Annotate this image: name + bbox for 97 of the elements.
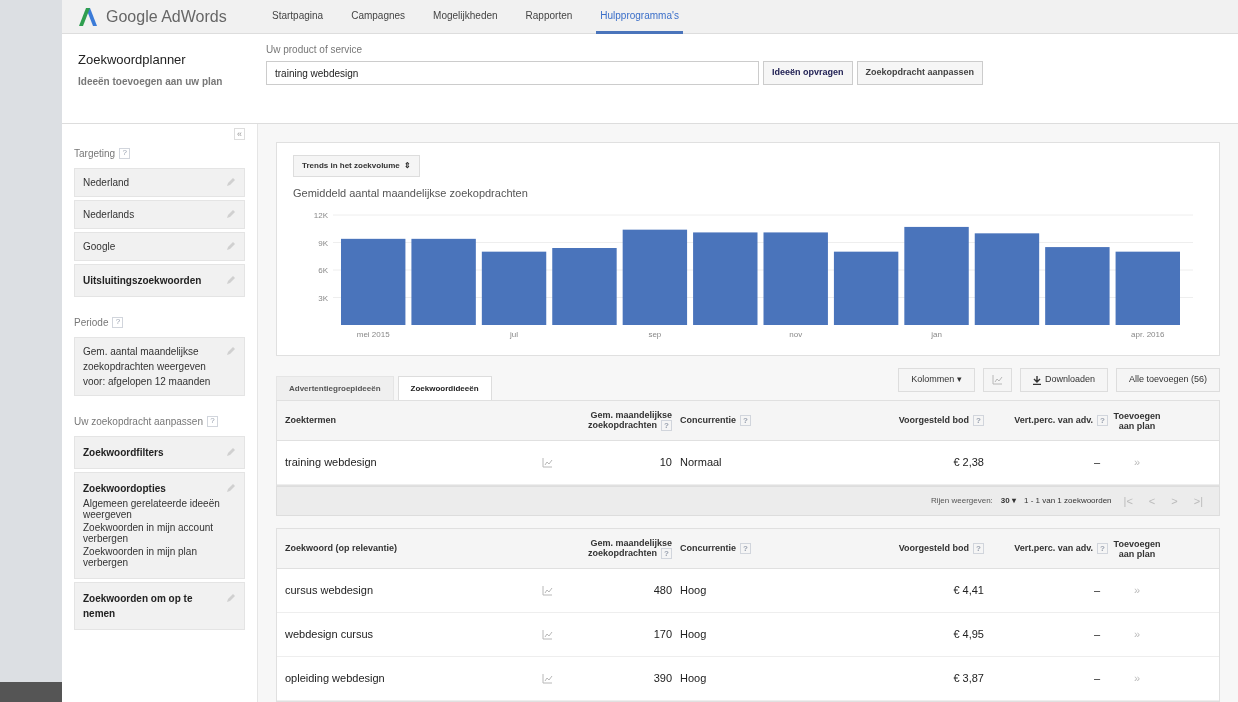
- column-header[interactable]: Toevoegen aan plan: [1112, 410, 1162, 431]
- nav-tab[interactable]: Startpagina: [268, 0, 328, 34]
- sort-icon: ⇕: [403, 159, 411, 172]
- chart-selector[interactable]: Trends in het zoekvolume ⇕: [293, 154, 420, 177]
- chart-toggle-button[interactable]: [982, 368, 1012, 392]
- x-tick-label: jul: [510, 330, 519, 339]
- competition-cell-text: Hoog: [679, 627, 708, 643]
- filter-item[interactable]: Nederland: [74, 167, 245, 197]
- x-tick-label: nov: [789, 330, 803, 339]
- y-tick-label: 9K: [318, 238, 328, 248]
- column-header[interactable]: Gem. maandelijkse zoekopdrachten ?: [572, 537, 672, 560]
- competition-cell-text: Normaal: [679, 455, 723, 471]
- nav-tab[interactable]: Campagnes: [347, 0, 410, 34]
- x-tick-label: mei 2015: [356, 330, 390, 339]
- option-title: Zoekwoordopties: [83, 481, 167, 496]
- volume-cell-text: 10: [658, 455, 672, 471]
- keyword-cell-text: cursus webdesign: [284, 583, 375, 599]
- page-subtitle: Ideeën toevoegen aan uw plan: [78, 74, 224, 89]
- field-label: Uw product of service: [266, 43, 364, 57]
- share-cell-text: –: [1092, 583, 1101, 599]
- competition-cell-text: Hoog: [679, 583, 708, 599]
- filter-item[interactable]: Zoekwoorden om op te nemen: [74, 581, 245, 630]
- column-header[interactable]: Toevoegen aan plan: [1112, 538, 1162, 559]
- page-title: Zoekwoordplanner: [78, 51, 187, 69]
- pencil-icon[interactable]: [226, 446, 236, 457]
- share-cell-text: –: [1092, 627, 1101, 643]
- column-header[interactable]: Concurrentie ?: [672, 541, 792, 556]
- column-header[interactable]: Vert.perc. van adv. ?: [992, 413, 1112, 428]
- share-cell-text: –: [1092, 455, 1101, 471]
- pencil-icon[interactable]: [226, 240, 236, 251]
- download-button[interactable]: Downloaden: [1019, 368, 1108, 392]
- chart-icon[interactable]: [541, 585, 553, 596]
- column-header[interactable]: Vert.perc. van adv. ?: [992, 541, 1112, 556]
- filter-item[interactable]: Uitsluitingszoekwoorden: [74, 263, 245, 297]
- y-tick-label: 12K: [313, 211, 328, 220]
- volume-cell-text: 390: [652, 671, 672, 687]
- chart-icon[interactable]: [541, 457, 553, 468]
- pencil-icon[interactable]: [226, 345, 236, 356]
- action-button[interactable]: Zoekopdracht aanpassen: [856, 61, 984, 85]
- option-text: Algemeen gerelateerde ideeën weergeven: [83, 497, 221, 520]
- add-all-button[interactable]: Alle toevoegen (56): [1115, 368, 1220, 392]
- filter-item[interactable]: Google: [74, 231, 245, 261]
- competition-cell-text: Hoog: [679, 671, 708, 687]
- rows-label: Rijen weergeven:: [931, 495, 993, 507]
- column-header[interactable]: Zoekwoord (op relevantie): [277, 541, 522, 556]
- brand-name: Google AdWords: [106, 6, 227, 27]
- results-tab[interactable]: Advertentiegroepideeën: [276, 376, 394, 400]
- column-header[interactable]: Zoektermen: [277, 413, 522, 428]
- y-tick-label: 6K: [318, 266, 328, 275]
- x-tick-label: jan: [931, 330, 942, 339]
- action-button[interactable]: Ideeën opvragen: [763, 61, 853, 85]
- keyword-cell-text: webdesign cursus: [284, 627, 375, 643]
- filter-card[interactable]: Zoekwoordopties Algemeen gerelateerde ideeën weergeven Zoekwoorden in mijn account verbergen Zoekwoorden in mijn plan verbergen: [74, 471, 245, 579]
- pencil-icon[interactable]: [226, 592, 236, 603]
- keyword-cell-text: training webdesign: [284, 455, 378, 471]
- option-text: Zoekwoorden in mijn plan verbergen: [83, 545, 198, 568]
- x-tick-label: apr. 2016: [1131, 330, 1165, 339]
- bid-cell-text: € 4,41: [952, 583, 985, 599]
- volume-cell-text: 480: [652, 583, 672, 599]
- nav-tab[interactable]: Rapporten: [521, 0, 577, 34]
- download-icon: [1032, 375, 1041, 385]
- bid-cell-text: € 2,38: [952, 455, 985, 471]
- chart-icon[interactable]: [991, 375, 1003, 385]
- filter-item[interactable]: Gem. aantal maandelijkse zoekopdrachten weergeven voor: afgelopen 12 maanden: [74, 336, 245, 396]
- pencil-icon[interactable]: [226, 274, 236, 285]
- share-cell-text: –: [1092, 671, 1101, 687]
- section-title: Periode: [74, 315, 109, 330]
- rows-dropdown[interactable]: 30 ▾: [1000, 495, 1016, 507]
- column-header[interactable]: Voorgesteld bod ?: [792, 413, 992, 428]
- column-header[interactable]: Gem. maandelijkse zoekopdrachten ?: [572, 409, 672, 432]
- x-tick-label: sep: [648, 330, 662, 339]
- results-tab[interactable]: Zoekwoordideeën: [397, 376, 492, 400]
- pencil-icon[interactable]: [226, 176, 236, 187]
- section-title: Targeting: [74, 146, 116, 161]
- pencil-icon[interactable]: [226, 208, 236, 219]
- search-field[interactable]: training webdesign: [266, 61, 759, 85]
- logo-icon: [78, 6, 98, 27]
- nav-tab[interactable]: Hulpprogramma's: [596, 0, 683, 34]
- section-title: Uw zoekopdracht aanpassen: [74, 414, 203, 429]
- nav-tab[interactable]: Mogelijkheden: [429, 0, 502, 34]
- pencil-icon[interactable]: [226, 482, 236, 493]
- dark-bar: [0, 682, 62, 702]
- bid-cell-text: € 4,95: [952, 627, 985, 643]
- keyword-cell-text: opleiding webdesign: [284, 671, 386, 687]
- filter-item[interactable]: Zoekwoordfilters: [74, 435, 245, 469]
- volume-cell-text: 170: [652, 627, 672, 643]
- column-header[interactable]: Voorgesteld bod ?: [792, 541, 992, 556]
- chart-title: Gemiddeld aantal maandelijkse zoekopdrachten: [293, 185, 529, 201]
- column-header[interactable]: Concurrentie ?: [672, 413, 792, 428]
- filter-item[interactable]: Nederlands: [74, 199, 245, 229]
- bid-cell-text: € 3,87: [952, 671, 985, 687]
- option-text: Zoekwoorden in mijn account verbergen: [83, 521, 215, 544]
- columns-button[interactable]: Kolommen ▾: [898, 368, 975, 392]
- y-tick-label: 3K: [318, 293, 328, 303]
- chart-icon[interactable]: [541, 629, 553, 640]
- range-text: 1 - 1 van 1 zoekwoorden: [1023, 495, 1112, 507]
- chart-icon[interactable]: [541, 673, 553, 684]
